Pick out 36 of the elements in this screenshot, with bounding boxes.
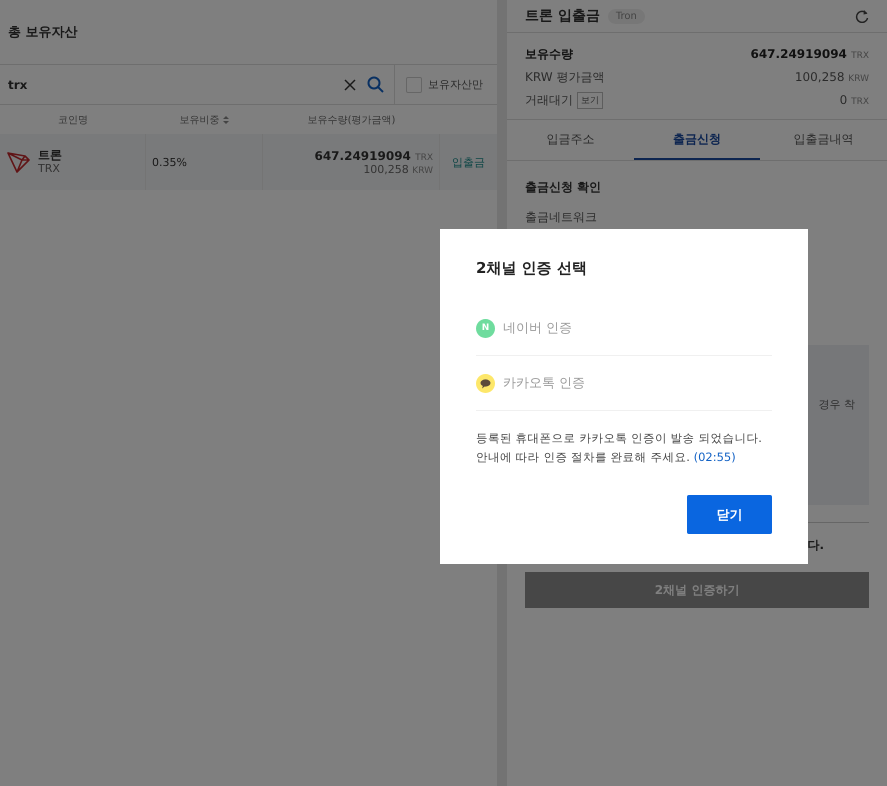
tab[interactable]: 출금신청 [634,120,760,160]
auth-option[interactable]: N 네이버 인증 [476,301,772,356]
summary-value: 0 TRX [840,93,869,107]
checkbox[interactable] [406,76,422,92]
summary-label: KRW 평가금액 [525,68,604,86]
close-button[interactable]: 닫기 [687,495,772,534]
coin-symbol: TRX [38,162,61,176]
checkbox-label[interactable]: 보유자산만 [428,77,483,92]
summary-value: 100,258 KRW [794,70,869,84]
column-header[interactable]: 보유비중 [146,112,263,126]
dialog-title: 2채널 인증 선택 [476,259,588,279]
sort-icon[interactable] [222,114,230,124]
dialog-message: 등록된 휴대폰으로 카카오톡 인증이 발송 되었습니다. 안내에 따라 인증 절차를 완료해 주세요. (02:55) [476,430,763,466]
clear-icon[interactable] [343,78,357,92]
notice-text: 경우 착 [818,398,855,411]
search-icon[interactable] [367,76,384,93]
column-header: 코인명 [57,114,89,126]
tab[interactable]: 입금주소 [507,120,634,160]
naver-icon: N [476,318,495,338]
tab[interactable]: 입출금내역 [760,120,887,160]
transfer-link[interactable]: 입출금 [450,152,487,172]
panel-title: 트론 입출금 [525,7,600,25]
view-button[interactable]: 보기 [577,92,603,108]
auth-option[interactable]: 카카오톡 인증 [476,356,772,411]
coin-name: 트론 [38,148,62,162]
confirm-text: 다. [806,537,825,554]
coin-icon [7,151,30,173]
summary-label: 거래대기 [525,92,573,108]
column-header: 보유수량(평가금액) [306,114,396,126]
field-label: 출금네트워크 [525,209,598,226]
chat-bubble-icon [476,374,495,392]
summary-value: 647.24919094 TRX [750,47,869,61]
refresh-icon[interactable] [855,9,869,23]
summary-label: 보유수량 [525,46,573,62]
section-title: 출금신청 확인 [525,179,602,196]
table-cell: 0.35% [146,134,263,190]
